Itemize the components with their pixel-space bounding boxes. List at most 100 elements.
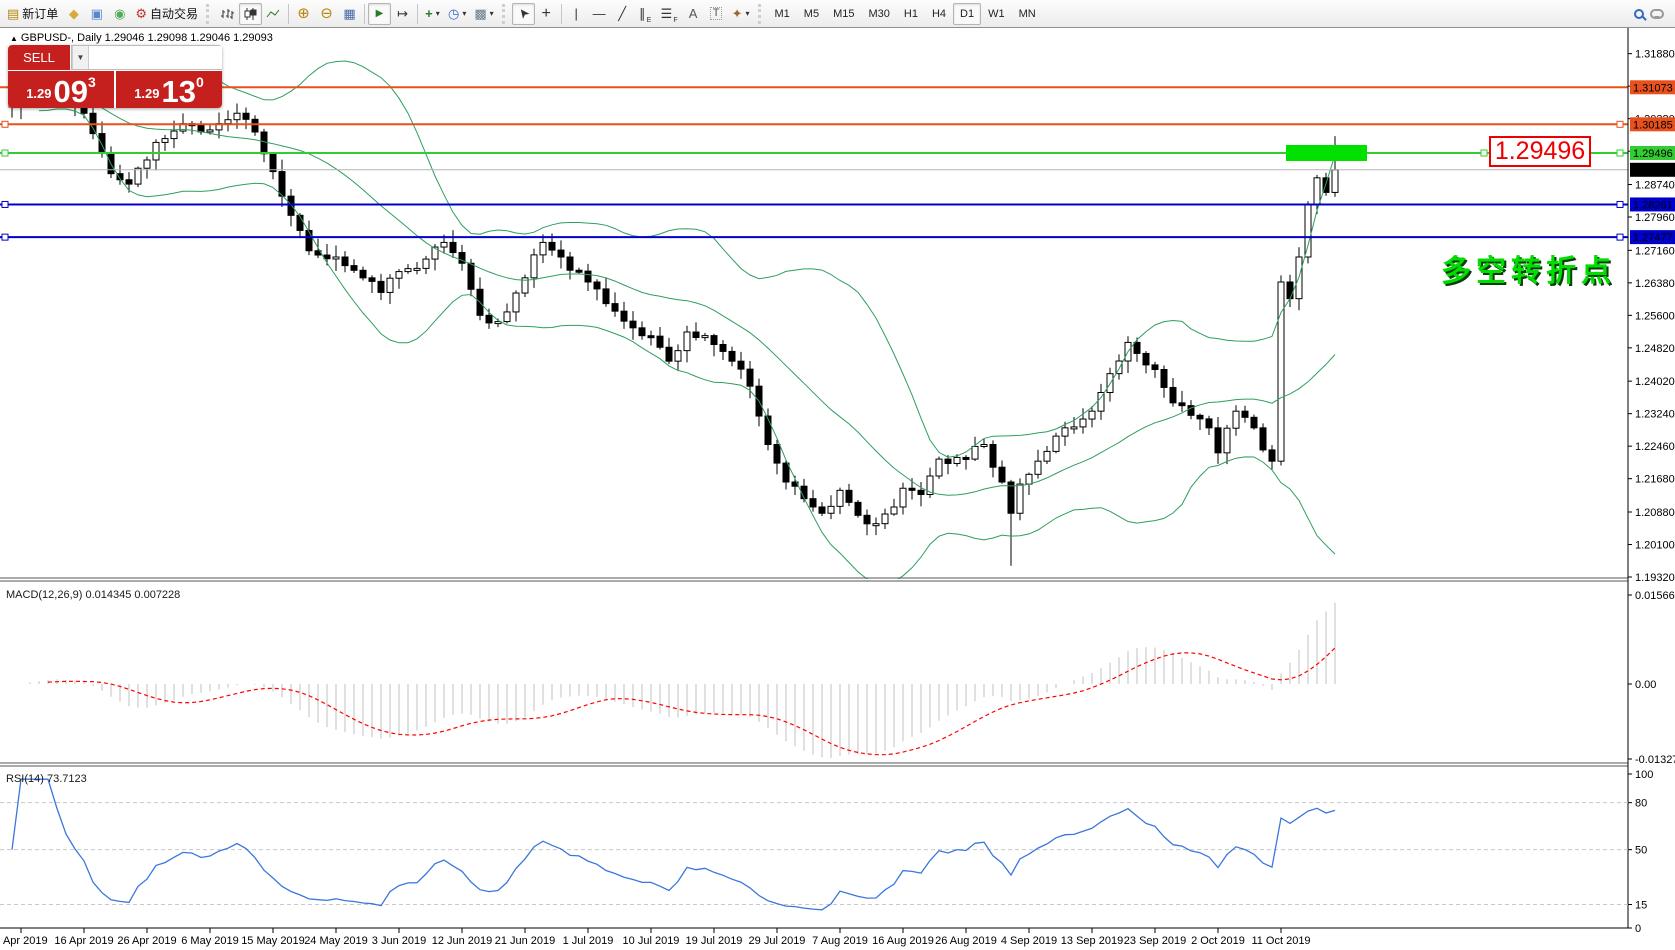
toolbar-separator (417, 4, 418, 24)
svg-text:11 Oct 2019: 11 Oct 2019 (1251, 935, 1310, 947)
svg-text:1.24020: 1.24020 (1635, 376, 1675, 388)
sell-price-big: 09 (54, 79, 88, 105)
text-label-button[interactable]: T (705, 3, 728, 25)
chat-icon[interactable] (1650, 9, 1664, 19)
svg-text:1 Jul 2019: 1 Jul 2019 (563, 935, 614, 947)
horizontal-line-button[interactable]: — (588, 3, 611, 25)
svg-text:16 Apr 2019: 16 Apr 2019 (54, 935, 113, 947)
text-tool-button[interactable]: A (682, 3, 705, 25)
terminal-icon: ▣ (91, 7, 103, 20)
equidistant-channel-button[interactable]: ∥E (634, 3, 657, 25)
timeframe-h1[interactable]: H1 (897, 3, 925, 25)
symbol-header: ▲GBPUSD-, Daily 1.29046 1.29098 1.29046 … (10, 32, 273, 44)
svg-text:19 Jul 2019: 19 Jul 2019 (686, 935, 743, 947)
svg-text:1.23240: 1.23240 (1635, 409, 1675, 421)
tile-windows-button[interactable]: ▦ (338, 3, 361, 25)
timeframe-h4[interactable]: H4 (925, 3, 953, 25)
collapse-triangle-icon: ▲ (10, 34, 18, 43)
macd-pane-label: MACD(12,26,9) 0.014345 0.007228 (6, 589, 180, 601)
bar-chart-button[interactable] (216, 3, 239, 25)
signal-icon: ◉ (114, 7, 125, 20)
cursor-button[interactable]: ➤ (512, 3, 535, 25)
buy-price-prefix: 1.29 (134, 86, 159, 101)
chart-shift-button[interactable]: ↦ (391, 3, 414, 25)
zoom-in-button[interactable]: ⊕ (292, 3, 315, 25)
auto-trading-button[interactable]: ⚙ 自动交易 (131, 3, 202, 25)
line-chart-icon (266, 8, 280, 20)
sell-button[interactable]: SELL (8, 45, 70, 70)
svg-text:1.25600: 1.25600 (1635, 310, 1675, 322)
auto-scroll-button[interactable]: ▶ (368, 3, 391, 25)
svg-text:1.27477: 1.27477 (1633, 232, 1673, 244)
svg-text:1.20100: 1.20100 (1635, 540, 1675, 552)
tile-windows-icon: ▦ (343, 7, 355, 20)
indicators-button[interactable]: + ▾ (421, 3, 444, 25)
vertical-line-icon: | (574, 7, 577, 20)
buy-price-button[interactable]: 1.29130 (116, 71, 222, 108)
svg-text:1.30185: 1.30185 (1633, 119, 1673, 131)
volume-decrease-button[interactable]: ▼ (72, 46, 89, 69)
caret-down-icon: ▾ (436, 10, 440, 18)
svg-text:1.28740: 1.28740 (1635, 180, 1675, 192)
signals-button[interactable]: ◉ (108, 3, 131, 25)
timeframe-d1[interactable]: D1 (953, 3, 981, 25)
terminal-button[interactable]: ▣ (85, 3, 108, 25)
sell-price-button[interactable]: 1.29093 (8, 71, 114, 108)
eraser-button[interactable]: ◆ (62, 3, 85, 25)
auto-trading-icon: ⚙ (135, 7, 147, 20)
svg-text:4 Sep 2019: 4 Sep 2019 (1001, 935, 1057, 947)
timeframe-m5[interactable]: M5 (797, 3, 826, 25)
svg-text:1.31880: 1.31880 (1635, 49, 1675, 61)
text-tool-icon: A (689, 7, 698, 20)
svg-text:50: 50 (1635, 845, 1647, 857)
svg-text:29 Jul 2019: 29 Jul 2019 (749, 935, 806, 947)
fibonacci-button[interactable]: ☰F (657, 3, 682, 25)
toolbar-grip (758, 4, 764, 24)
svg-text:80: 80 (1635, 798, 1647, 810)
svg-text:15 May 2019: 15 May 2019 (241, 935, 305, 947)
caret-down-icon: ▾ (746, 10, 750, 18)
svg-text:26 Aug 2019: 26 Aug 2019 (935, 935, 997, 947)
zoom-in-icon: ⊕ (297, 6, 310, 21)
zoom-out-icon: ⊖ (320, 6, 333, 21)
periods-button[interactable]: ◷ ▾ (444, 3, 470, 25)
timeframe-m30[interactable]: M30 (861, 3, 896, 25)
candlestick-chart-button[interactable] (239, 3, 262, 25)
svg-text:6 May 2019: 6 May 2019 (181, 935, 238, 947)
search-icon[interactable] (1634, 9, 1644, 19)
toolbar-separator (288, 4, 289, 24)
crosshair-icon: + (541, 6, 550, 22)
line-chart-button[interactable] (262, 3, 285, 25)
trendline-button[interactable]: ╱ (611, 3, 634, 25)
one-click-trading-panel: SELL ▼ ▲ BUY 1.29093 1.29130 (8, 45, 222, 108)
timeframe-mn[interactable]: MN (1012, 3, 1043, 25)
new-order-label: 新订单 (22, 5, 58, 22)
clock-icon: ◷ (448, 7, 459, 20)
svg-text:1.26380: 1.26380 (1635, 278, 1675, 290)
arrows-button[interactable]: ✦ ▾ (728, 3, 754, 25)
timeframe-m15[interactable]: M15 (826, 3, 861, 25)
sell-price-sup: 3 (88, 74, 96, 90)
vertical-line-button[interactable]: | (565, 3, 588, 25)
symbol-header-text: GBPUSD-, Daily 1.29046 1.29098 1.29046 1… (21, 32, 273, 44)
templates-button[interactable]: ▩ ▾ (470, 3, 497, 25)
toolbar-grip (502, 4, 508, 24)
svg-text:0.015661: 0.015661 (1635, 590, 1675, 602)
sell-price-prefix: 1.29 (26, 86, 51, 101)
svg-text:26 Apr 2019: 26 Apr 2019 (117, 935, 176, 947)
new-order-button[interactable]: ▤ 新订单 (3, 3, 62, 25)
chart-shift-icon: ↦ (397, 7, 408, 20)
eraser-icon: ◆ (69, 7, 79, 20)
svg-text:24 May 2019: 24 May 2019 (304, 935, 368, 947)
svg-text:1.27160: 1.27160 (1635, 245, 1675, 257)
volume-input[interactable] (89, 46, 222, 69)
channel-icon: ∥ (639, 7, 646, 20)
crosshair-button[interactable]: + (535, 3, 558, 25)
timeframe-w1[interactable]: W1 (981, 3, 1012, 25)
svg-text:13 Sep 2019: 13 Sep 2019 (1061, 935, 1123, 947)
svg-text:21 Jun 2019: 21 Jun 2019 (495, 935, 556, 947)
zoom-out-button[interactable]: ⊖ (315, 3, 338, 25)
svg-text:1.24820: 1.24820 (1635, 343, 1675, 355)
timeframe-m1[interactable]: M1 (768, 3, 797, 25)
chart-canvas[interactable]: 1.318801.311001.303201.295401.287401.279… (0, 0, 1675, 950)
